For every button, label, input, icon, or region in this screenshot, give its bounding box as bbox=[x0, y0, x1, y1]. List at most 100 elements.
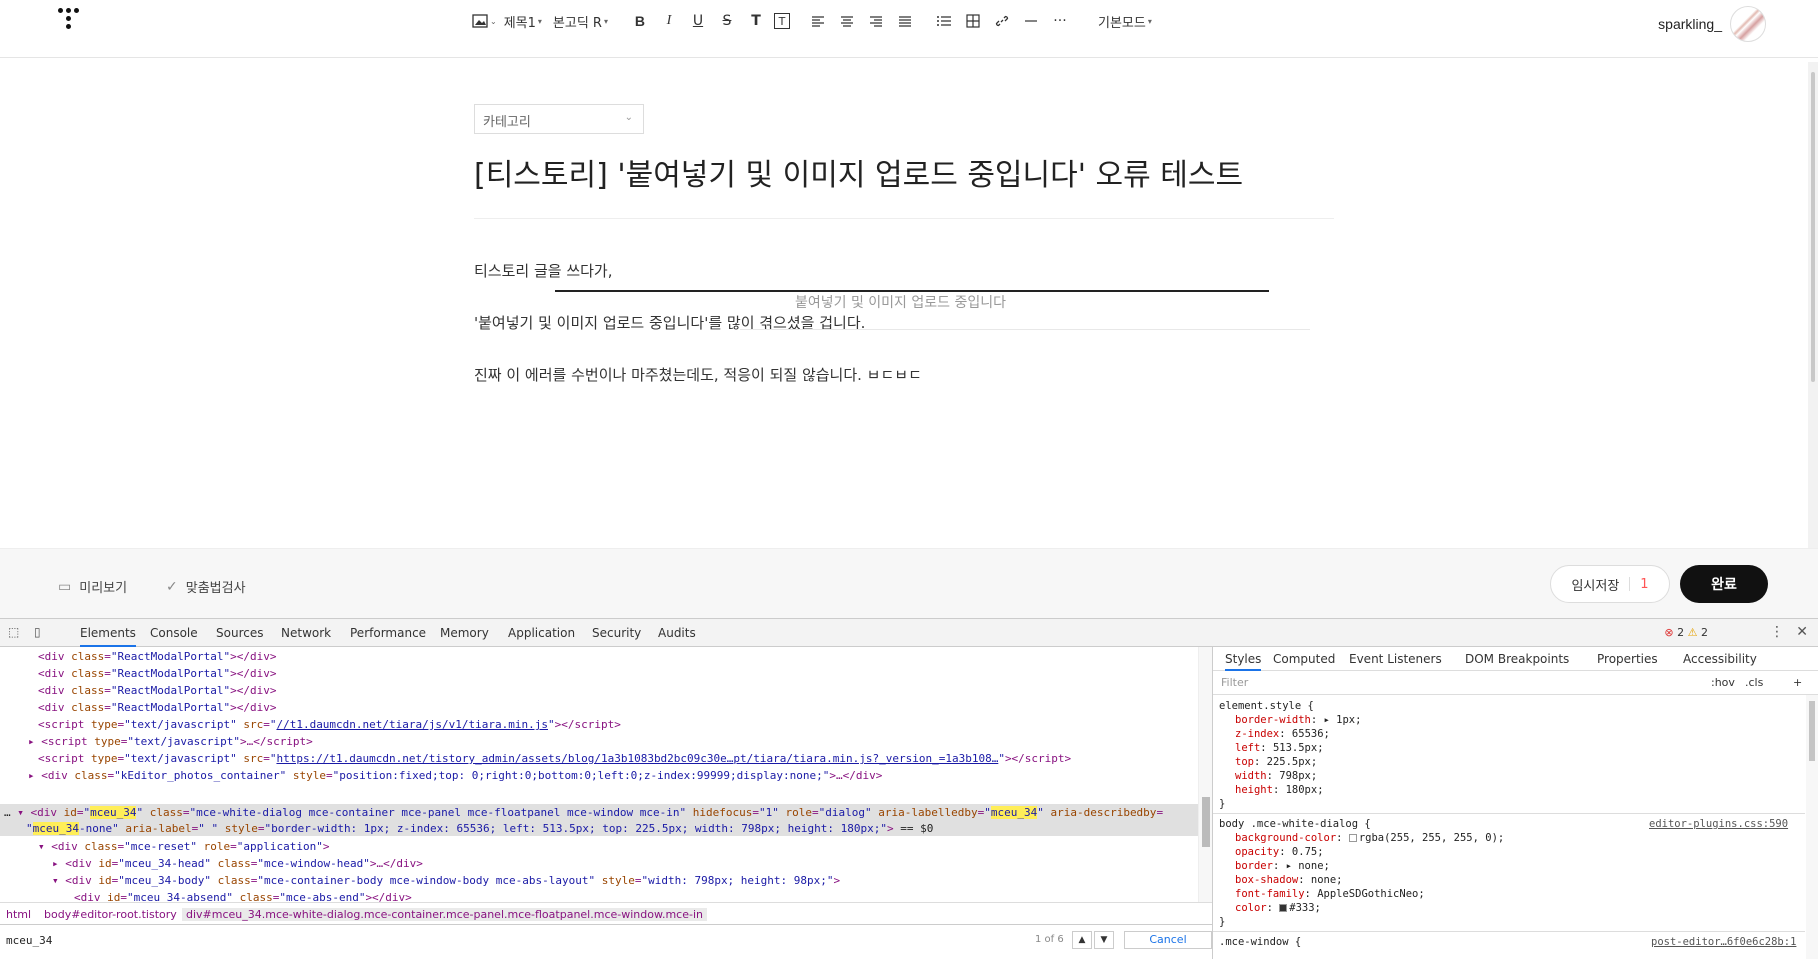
close-icon[interactable]: ✕ bbox=[1796, 624, 1808, 640]
dom-node[interactable]: <div class="ReactModalPortal"></div> bbox=[38, 666, 276, 682]
css-prop[interactable]: top: 225.5px; bbox=[1235, 755, 1317, 769]
hov-toggle[interactable]: :hov bbox=[1711, 676, 1735, 689]
css-prop[interactable]: width: 798px; bbox=[1235, 769, 1317, 783]
add-rule-icon[interactable]: + bbox=[1793, 676, 1802, 689]
align-right-icon[interactable] bbox=[865, 10, 887, 32]
css-prop[interactable]: opacity: 0.75; bbox=[1235, 845, 1324, 859]
css-prop[interactable]: font-family: AppleSDGothicNeo; bbox=[1235, 887, 1425, 901]
kebab-menu-icon[interactable]: ⋮ bbox=[1770, 624, 1784, 640]
styles-scrollbar[interactable] bbox=[1806, 695, 1818, 959]
font-select[interactable]: 본고딕 R ▾ bbox=[553, 10, 612, 32]
tab-console[interactable]: Console bbox=[150, 626, 198, 640]
crumb-html[interactable]: html bbox=[6, 908, 31, 921]
dom-tree-scrollbar[interactable] bbox=[1198, 647, 1212, 902]
tab-security[interactable]: Security bbox=[592, 626, 641, 640]
chevron-down-icon: ⌄ bbox=[624, 112, 633, 123]
styles-filter-input[interactable]: Filter bbox=[1221, 676, 1248, 689]
tistory-logo[interactable] bbox=[58, 8, 84, 36]
css-prop[interactable]: border-width: ▸ 1px; bbox=[1235, 713, 1361, 727]
italic-button[interactable]: I bbox=[658, 10, 680, 32]
css-prop[interactable]: background-color: rgba(255, 255, 255, 0)… bbox=[1235, 831, 1504, 845]
color-swatch[interactable] bbox=[1279, 904, 1288, 912]
dom-node[interactable]: <script type="text/javascript" src="//t1… bbox=[38, 717, 621, 733]
dom-tree[interactable]: <div class="ReactModalPortal"></div> <di… bbox=[0, 647, 1212, 902]
tab-dom-breakpoints[interactable]: DOM Breakpoints bbox=[1465, 652, 1569, 666]
align-justify-icon[interactable] bbox=[894, 10, 916, 32]
error-warning-counter[interactable]: ⊗ 2 ⚠ 2 bbox=[1664, 626, 1708, 639]
dom-node[interactable]: <script type="text/javascript" src="http… bbox=[38, 751, 1071, 767]
device-toolbar-icon[interactable]: ▯ bbox=[34, 625, 41, 639]
crumb-body[interactable]: body#editor-root.tistory bbox=[44, 908, 177, 921]
tab-performance[interactable]: Performance bbox=[350, 626, 426, 640]
css-prop[interactable]: border: ▸ none; bbox=[1235, 859, 1330, 873]
table-icon[interactable] bbox=[962, 10, 984, 32]
more-options-button[interactable]: ··· bbox=[1049, 10, 1071, 32]
editor-mode-select[interactable]: 기본모드 ▾ bbox=[1098, 10, 1156, 32]
tab-computed[interactable]: Computed bbox=[1273, 652, 1335, 666]
tab-elements[interactable]: Elements bbox=[80, 626, 136, 647]
body-paragraph[interactable]: 티스토리 글을 쓰다가, bbox=[474, 260, 613, 281]
temp-save-button[interactable]: 임시저장 1 bbox=[1550, 565, 1670, 603]
tab-event-listeners[interactable]: Event Listeners bbox=[1349, 652, 1442, 666]
dom-node-selected[interactable]: … ▾ <div id="mceu_34" class="mce-white-d… bbox=[4, 805, 1163, 821]
css-prop[interactable]: color: #333; bbox=[1235, 901, 1321, 915]
tab-styles[interactable]: Styles bbox=[1225, 652, 1262, 671]
text-color-button[interactable]: T bbox=[745, 10, 767, 32]
user-menu[interactable]: sparkling_ bbox=[1658, 6, 1766, 42]
text-background-button[interactable]: T bbox=[773, 13, 790, 29]
inspect-element-icon[interactable]: ⬚ bbox=[8, 625, 19, 639]
publish-button[interactable]: 완료 bbox=[1680, 565, 1768, 603]
dom-node[interactable]: ▸ <div class="kEditor_photos_container" … bbox=[28, 768, 882, 784]
align-left-icon[interactable] bbox=[807, 10, 829, 32]
align-center-icon[interactable] bbox=[836, 10, 858, 32]
body-paragraph[interactable]: 진짜 이 에러를 수번이나 마주쳤는데도, 적응이 되질 않습니다. ㅂㄷㅂㄷ bbox=[474, 364, 922, 385]
search-next-button[interactable]: ▼ bbox=[1094, 931, 1114, 949]
dom-search-input[interactable] bbox=[6, 931, 1066, 949]
dom-node[interactable]: <div class="ReactModalPortal"></div> bbox=[38, 700, 276, 716]
crumb-selected-div[interactable]: div#mceu_34.mce-white-dialog.mce-contain… bbox=[182, 908, 707, 921]
preview-button[interactable]: ▭ 미리보기 bbox=[58, 577, 127, 597]
css-source-link[interactable]: post-editor…6f0e6c28b:1 bbox=[1651, 935, 1796, 949]
css-source-link[interactable]: editor-plugins.css:590 bbox=[1649, 817, 1788, 831]
tab-sources[interactable]: Sources bbox=[216, 626, 263, 640]
color-swatch[interactable] bbox=[1348, 834, 1357, 842]
link-icon[interactable] bbox=[991, 10, 1013, 32]
tab-properties[interactable]: Properties bbox=[1597, 652, 1658, 666]
insert-image-button[interactable]: ⌄ bbox=[472, 10, 497, 32]
search-cancel-button[interactable]: Cancel bbox=[1124, 931, 1212, 949]
css-prop[interactable]: height: 180px; bbox=[1235, 783, 1324, 797]
spellcheck-button[interactable]: ✓ 맞춤법검사 bbox=[166, 577, 246, 597]
tab-application[interactable]: Application bbox=[508, 626, 575, 640]
dom-node[interactable]: ▾ <div id="mceu_34-body" class="mce-cont… bbox=[52, 873, 840, 889]
tab-memory[interactable]: Memory bbox=[440, 626, 489, 640]
heading-select[interactable]: 제목1 ▾ bbox=[504, 10, 546, 32]
tab-network[interactable]: Network bbox=[281, 626, 331, 640]
css-selector: .mce-window { bbox=[1219, 936, 1302, 948]
horizontal-rule-icon[interactable] bbox=[1020, 10, 1042, 32]
dom-node[interactable]: ▾ <div class="mce-reset" role="applicati… bbox=[38, 839, 329, 855]
dom-node[interactable]: ▸ <script type="text/javascript">…</scri… bbox=[28, 734, 313, 750]
search-prev-button[interactable]: ▲ bbox=[1072, 931, 1092, 949]
css-prop[interactable]: z-index: 65536; bbox=[1235, 727, 1330, 741]
css-prop[interactable]: box-shadow: none; bbox=[1235, 873, 1342, 887]
category-select[interactable]: 카테고리 ⌄ bbox=[474, 104, 644, 134]
post-title-input[interactable]: [티스토리] '붙여넣기 및 이미지 업로드 중입니다' 오류 테스트 bbox=[474, 150, 1243, 194]
strikethrough-button[interactable]: S bbox=[716, 10, 738, 32]
underline-button[interactable]: U bbox=[687, 10, 709, 32]
upload-overlay-text: 붙여넣기 및 이미지 업로드 중입니다 bbox=[795, 295, 1006, 311]
title-divider bbox=[474, 218, 1334, 219]
css-selector: body .mce-white-dialog { bbox=[1219, 818, 1371, 830]
cls-toggle[interactable]: .cls bbox=[1745, 676, 1763, 689]
tab-audits[interactable]: Audits bbox=[658, 626, 696, 640]
dom-node[interactable]: ▸ <div id="mceu_34-head" class="mce-wind… bbox=[52, 856, 423, 872]
temp-save-count: 1 bbox=[1640, 576, 1649, 592]
editor-scrollbar[interactable] bbox=[1808, 62, 1818, 548]
bold-button[interactable]: B bbox=[629, 10, 651, 32]
dom-node[interactable]: <div class="ReactModalPortal"></div> bbox=[38, 683, 276, 699]
dom-node[interactable]: <div id="mceu_34-absend" class="mce-abs-… bbox=[74, 890, 412, 902]
list-icon[interactable] bbox=[933, 10, 955, 32]
css-prop[interactable]: left: 513.5px; bbox=[1235, 741, 1324, 755]
avatar[interactable] bbox=[1730, 6, 1766, 42]
tab-accessibility[interactable]: Accessibility bbox=[1683, 652, 1757, 666]
dom-node[interactable]: <div class="ReactModalPortal"></div> bbox=[38, 649, 276, 665]
